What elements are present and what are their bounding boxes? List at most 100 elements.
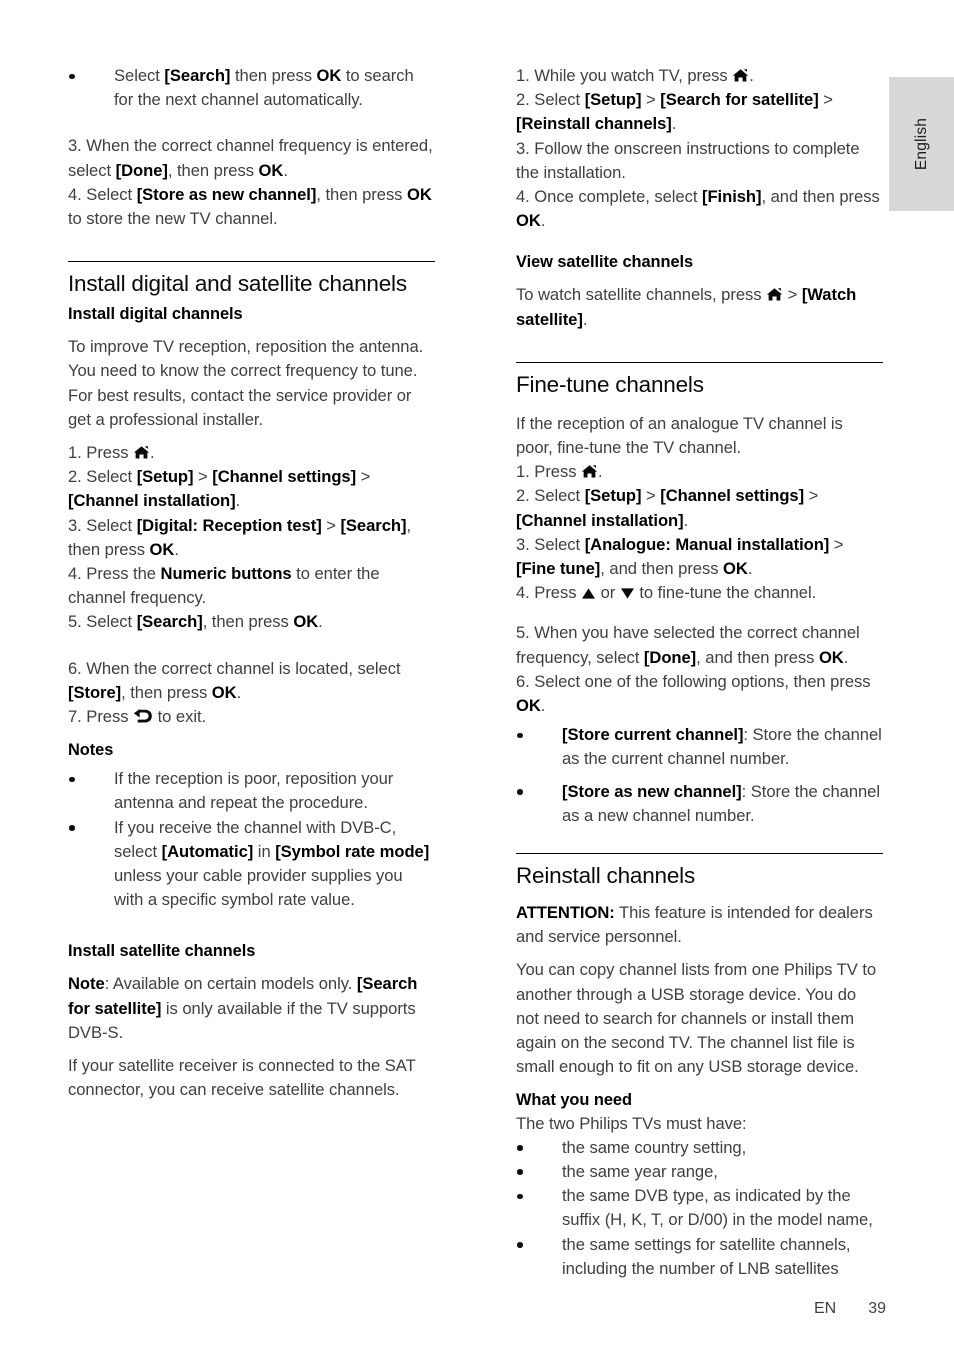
text-fragment: unless your cable provider supplies you … [114, 866, 403, 910]
text-fragment: . [582, 309, 588, 329]
text-fragment: . [235, 491, 241, 511]
ui-term: [Store as new channel] [562, 781, 742, 801]
home-icon [766, 287, 783, 302]
list-item: If you receive the channel with DVB-C, s… [68, 816, 435, 913]
text-fragment: 6. When the correct channel is located, … [68, 658, 401, 678]
text-fragment: . [749, 66, 754, 85]
note-label: Note [68, 974, 105, 994]
ui-term: [Channel settings] [660, 486, 805, 506]
text-fragment: in [253, 841, 276, 861]
text-fragment: 7. Press [68, 707, 134, 727]
text-fragment: > [783, 285, 802, 305]
text-fragment: , and then press [696, 647, 819, 667]
key-label: OK [818, 647, 844, 667]
steps-digital-cont-paragraph: 6. When the correct channel is located, … [68, 657, 435, 730]
subheading-notes: Notes [68, 741, 114, 760]
ui-term: [Setup] [584, 90, 642, 110]
ui-term: [Channel installation] [68, 491, 236, 511]
key-label: OK [516, 211, 541, 231]
text-fragment: , and then press [761, 187, 880, 207]
text-fragment: , then press [202, 612, 294, 632]
ui-term: [Done] [643, 647, 697, 667]
ui-term: [Store as new channel] [136, 184, 317, 204]
ui-term: [Setup] [136, 467, 194, 487]
home-icon [732, 68, 749, 83]
text-fragment: then press [230, 66, 317, 85]
text-fragment: . [747, 559, 753, 579]
text-fragment: to fine-tune the channel. [634, 583, 817, 603]
ui-term: [Analogue: Manual installation] [584, 534, 830, 554]
notes-bullet-list: If the reception is poor, reposition you… [68, 767, 435, 912]
home-icon [581, 464, 598, 479]
attention-paragraph: ATTENTION: This feature is intended for … [516, 901, 883, 949]
text-fragment: > [321, 515, 341, 535]
text-fragment: To watch satellite channels, press [516, 285, 767, 305]
text-fragment: 2. Select [516, 486, 585, 506]
ui-term: [Fine tune] [516, 559, 601, 579]
left-column: Select [Search] then press OK to search … [68, 64, 435, 1103]
back-arrow-icon [133, 709, 153, 724]
text-fragment: or [596, 583, 620, 603]
key-label: OK [258, 160, 284, 180]
text-fragment: , then press [167, 160, 259, 180]
text-fragment: 3. Select [516, 534, 585, 554]
satellite-receiver-paragraph: If your satellite receiver is connected … [68, 1056, 416, 1100]
text-fragment: If the reception is poor, reposition you… [114, 769, 394, 813]
list-item: the same year range, [516, 1160, 883, 1184]
key-label: OK [407, 184, 432, 204]
text-fragment: to exit. [153, 707, 207, 727]
ui-term: [Store current channel] [562, 725, 744, 745]
key-label: OK [293, 612, 319, 632]
steps-satellite-paragraph: 1. While you watch TV, press . 2. Select… [516, 64, 883, 233]
list-item: [Store as new channel]: Store the channe… [516, 780, 883, 828]
ui-term: [Automatic] [161, 841, 254, 861]
ui-term: [Search for satellite] [660, 90, 819, 110]
text-fragment: 2. Select [516, 90, 585, 110]
ui-term: [Done] [115, 160, 168, 180]
text-fragment: 5. Select [68, 612, 137, 632]
text-fragment: . [843, 647, 849, 667]
list-item: the same DVB type, as indicated by the s… [516, 1184, 883, 1232]
language-tab-label: English [912, 117, 930, 171]
ui-term: [Search] [340, 515, 407, 535]
ui-term: [Store] [68, 682, 122, 702]
attention-label: ATTENTION: [516, 903, 615, 923]
text-fragment: > [641, 90, 661, 110]
text-fragment: , then press [316, 184, 407, 204]
note-satellite-paragraph: Note: Available on certain models only. … [68, 972, 435, 1045]
subheading-what-you-need: What you need [516, 1090, 632, 1109]
text-fragment: . [540, 211, 546, 231]
footer-locale: EN [813, 1300, 837, 1317]
bullet-list-search-next: Select [Search] then press OK to search … [68, 64, 435, 112]
ui-term: [Reinstall channels] [516, 114, 672, 134]
ui-term: [Channel installation] [516, 510, 684, 530]
text-fragment: . [150, 443, 155, 463]
key-label: OK [149, 539, 175, 559]
steps-3-4-paragraph: 3. When the correct channel frequency is… [68, 134, 435, 231]
key-label: OK [516, 696, 541, 716]
text-fragment: > [804, 486, 819, 506]
down-arrow-icon [620, 587, 635, 600]
text-fragment: 4. Press [516, 583, 582, 603]
text-fragment: the same DVB type, as indicated by the s… [562, 1186, 873, 1230]
subheading-install-digital-channels: Install digital channels [68, 305, 243, 324]
section-heading-reinstall-channels: Reinstall channels [516, 853, 883, 891]
text-fragment: : Available on certain models only. [104, 974, 357, 994]
text-fragment: . [283, 160, 288, 180]
text-fragment: . [318, 612, 323, 632]
list-item: [Store current channel]: Store the chann… [516, 723, 883, 771]
text-fragment: 3. Follow the onscreen instructions to c… [516, 138, 860, 182]
intro-digital-paragraph: To improve TV reception, reposition the … [68, 337, 424, 429]
copy-lists-paragraph: You can copy channel lists from one Phil… [516, 960, 877, 1077]
